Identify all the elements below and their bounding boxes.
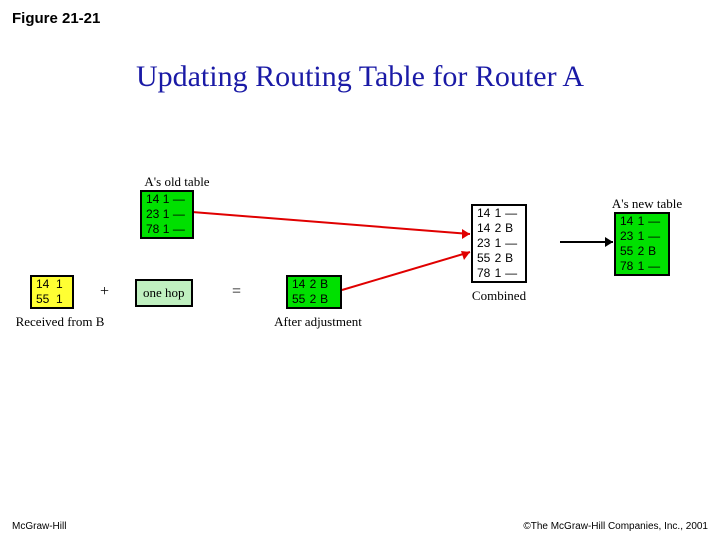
caption-old-table: A's old table — [132, 174, 222, 190]
diagram-connectors — [0, 150, 720, 410]
table-row: 781— — [473, 266, 525, 281]
footer-left: McGraw-Hill — [12, 521, 66, 532]
table-combined: 141— 142B 231— 552B 781— — [471, 204, 527, 283]
table-row: 231— — [142, 207, 192, 222]
table-row: 141— — [142, 192, 192, 207]
footer-right: ©The McGraw-Hill Companies, Inc., 2001 — [523, 521, 708, 532]
onehop-box: one hop — [135, 279, 193, 307]
table-row: 552B — [473, 251, 525, 266]
table-row: 141 — [32, 277, 72, 292]
table-row: 142B — [288, 277, 340, 292]
plus-op: + — [100, 283, 109, 301]
table-row: 551 — [32, 292, 72, 307]
table-adjusted: 142B 552B — [286, 275, 342, 309]
table-new: 141— 231— 552B 781— — [614, 212, 670, 276]
caption-combined: Combined — [468, 288, 530, 304]
table-row: 552B — [616, 244, 668, 259]
table-row: 142B — [473, 221, 525, 236]
equals-op: = — [232, 283, 241, 301]
page-title: Updating Routing Table for Router A — [0, 60, 720, 94]
caption-new-table: A's new table — [604, 196, 690, 212]
table-row: 781— — [616, 259, 668, 274]
table-old: 141— 231— 781— — [140, 190, 194, 239]
figure-label: Figure 21-21 — [12, 10, 100, 27]
caption-adjusted: After adjustment — [268, 314, 368, 330]
table-row: 141— — [616, 214, 668, 229]
table-row: 552B — [288, 292, 340, 307]
table-received: 141 551 — [30, 275, 74, 309]
table-row: 141— — [473, 206, 525, 221]
table-row: 231— — [473, 236, 525, 251]
table-row: 781— — [142, 222, 192, 237]
table-row: 231— — [616, 229, 668, 244]
caption-received: Received from B — [10, 314, 110, 330]
